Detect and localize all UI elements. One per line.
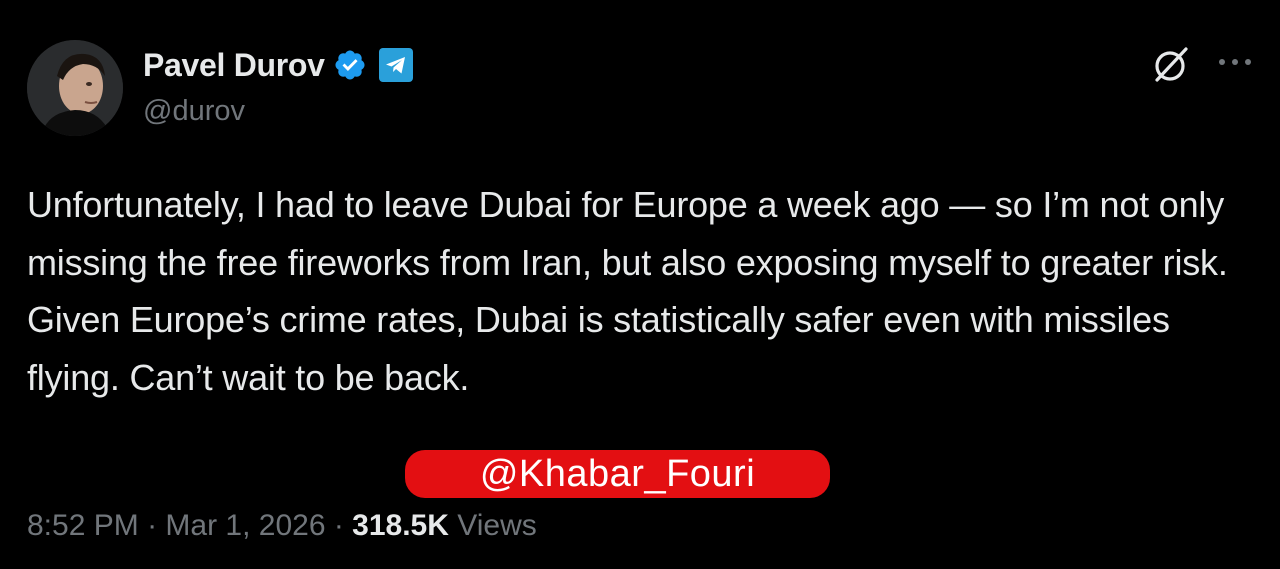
tweet: Pavel Durov @durov Unfortunately, I had … bbox=[0, 0, 1280, 569]
verified-badge-icon[interactable] bbox=[333, 48, 367, 82]
tweet-text: Unfortunately, I had to leave Dubai for … bbox=[27, 184, 1228, 398]
avatar-image bbox=[27, 40, 123, 136]
grok-icon[interactable] bbox=[1150, 44, 1192, 86]
tweet-time[interactable]: 8:52 PM bbox=[27, 509, 139, 542]
meta-separator: · bbox=[138, 509, 166, 542]
telegram-icon[interactable] bbox=[378, 48, 413, 82]
tweet-date[interactable]: Mar 1, 2026 bbox=[165, 509, 325, 542]
tweet-meta: 8:52 PM · Mar 1, 2026 · 318.5K Views bbox=[27, 504, 537, 548]
more-dots-icon[interactable] bbox=[1216, 52, 1254, 72]
avatar[interactable] bbox=[27, 40, 123, 136]
watermark-label: @Khabar_Fouri bbox=[405, 450, 830, 498]
meta-separator: · bbox=[325, 509, 353, 542]
views-count[interactable]: 318.5K bbox=[352, 509, 449, 542]
author-display-name[interactable]: Pavel Durov bbox=[143, 47, 325, 84]
author-handle[interactable]: @durov bbox=[143, 95, 245, 128]
views-label: Views bbox=[448, 509, 537, 542]
author-name-row: Pavel Durov bbox=[143, 44, 413, 86]
